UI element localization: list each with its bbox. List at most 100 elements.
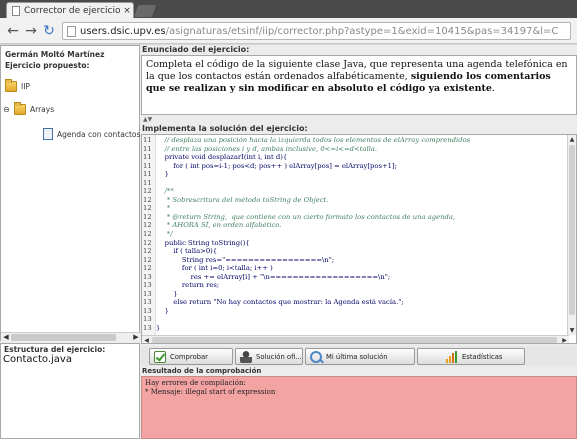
editor-vertical-scrollbar[interactable]: ▲ ▼ — [567, 135, 576, 335]
code-line[interactable]: 11 private void desplazarI(int i, int d)… — [142, 153, 568, 162]
code-text[interactable]: for ( int i=0; i<talla; i++ ) — [156, 264, 568, 273]
check-button-label: Comprobar — [170, 352, 208, 361]
check-button[interactable]: Comprobar — [149, 348, 233, 365]
check-icon — [154, 350, 166, 363]
code-text[interactable]: private void desplazarI(int i, int d){ — [156, 153, 568, 162]
scroll-right-icon[interactable]: ▶ — [131, 333, 141, 342]
url-path: /asignaturas/etsinf/iip/corrector.php?as… — [165, 25, 559, 37]
code-text[interactable]: for ( int pos=i-1; pos<d; pos++ ) elArra… — [156, 162, 568, 171]
code-text[interactable]: // entre las posiciones i y d, ambas inc… — [156, 145, 568, 154]
address-bar[interactable]: users.dsic.upv.es/asignaturas/etsinf/iip… — [62, 22, 571, 40]
result-label: Resultado de la comprobación — [141, 367, 577, 376]
line-number: 13 — [143, 298, 152, 307]
structure-label: Estructura del ejercicio: — [4, 345, 106, 354]
code-text[interactable]: * Sobrescritura del método toString de O… — [156, 196, 568, 205]
line-number: 12 — [143, 204, 152, 213]
line-number: 13 — [143, 306, 152, 315]
code-text[interactable]: * — [156, 204, 568, 213]
code-line[interactable]: 11 } — [142, 170, 568, 179]
code-text[interactable]: return res; — [156, 281, 568, 290]
line-number: 12 — [143, 195, 152, 204]
code-text[interactable]: // desplaza una posición hacia la izquie… — [156, 136, 568, 145]
code-line[interactable]: 12 String res="=================\n"; — [142, 256, 568, 265]
code-line[interactable]: 13 — [142, 315, 568, 324]
code-text[interactable]: } — [156, 324, 568, 333]
new-tab-button[interactable] — [133, 5, 157, 17]
code-line[interactable]: 11 — [142, 179, 568, 188]
code-line[interactable]: 12 * — [142, 204, 568, 213]
forward-icon[interactable]: → — [22, 22, 40, 40]
code-line[interactable]: 13 res += elArray[i] + "\n==============… — [142, 273, 568, 282]
code-text[interactable]: } — [156, 170, 568, 179]
code-line[interactable]: 12 * AHORA SÍ, en orden alfabético. — [142, 221, 568, 230]
code-text[interactable] — [156, 315, 568, 324]
code-line[interactable]: 13 return res; — [142, 281, 568, 290]
tree-item-arrays[interactable]: ⊖ Arrays — [3, 102, 54, 115]
code-text[interactable]: else return "No hay contactos que mostra… — [156, 298, 568, 307]
tree-item-label: Agenda con contactos — [57, 129, 141, 139]
code-line[interactable]: 11 // desplaza una posición hacia la izq… — [142, 136, 568, 145]
line-number: 13 — [143, 272, 152, 281]
tree-item-iip[interactable]: IIP — [5, 79, 30, 92]
scroll-up-icon[interactable]: ▲ — [568, 136, 576, 143]
code-text[interactable]: * AHORA SÍ, en orden alfabético. — [156, 221, 568, 230]
tree-item-agenda[interactable]: Agenda con contactos — [43, 128, 140, 140]
code-line[interactable]: 12 */ — [142, 230, 568, 239]
code-line[interactable]: 13} — [142, 324, 568, 333]
code-line[interactable]: 12 if ( talla>0){ — [142, 247, 568, 256]
official-solution-button[interactable]: Solución ofi... — [235, 348, 303, 365]
folder-icon — [14, 102, 26, 115]
split-divider[interactable]: ▲▼ — [141, 117, 577, 123]
code-line[interactable]: 11 // entre las posiciones i y d, ambas … — [142, 145, 568, 154]
code-text[interactable]: if ( talla>0){ — [156, 247, 568, 256]
proposed-exercise-label: Ejercicio propuesto: — [5, 61, 90, 70]
statistics-button[interactable]: Estadísticas — [417, 348, 525, 365]
page-content: Germán Moltó Martínez Ejercicio propuest… — [0, 45, 577, 439]
scroll-down-icon[interactable]: ▼ — [568, 327, 576, 334]
code-line[interactable]: 13 else return "No hay contactos que mos… — [142, 298, 568, 307]
code-text[interactable]: public String toString(){ — [156, 239, 568, 248]
close-tab-icon[interactable]: × — [121, 6, 133, 16]
structure-file-item[interactable]: Contacto.java — [3, 354, 72, 365]
scroll-left-icon[interactable]: ◀ — [1, 333, 11, 342]
code-line[interactable]: 12 * @return String, que contiene con un… — [142, 213, 568, 222]
back-icon[interactable]: ← — [4, 22, 22, 40]
tree-horizontal-scrollbar[interactable]: ◀ ▶ — [1, 332, 141, 342]
code-line[interactable]: 11 for ( int pos=i-1; pos<d; pos++ ) elA… — [142, 162, 568, 171]
last-solution-button[interactable]: Mi última solución — [305, 348, 415, 365]
editor-label: Implementa la solución del ejercicio: — [142, 124, 308, 133]
code-line[interactable]: 13 } — [142, 307, 568, 316]
code-lines[interactable]: 11 // desplaza una posición hacia la izq… — [142, 136, 568, 333]
scroll-thumb[interactable] — [569, 145, 575, 315]
reload-icon[interactable]: ↻ — [40, 22, 58, 40]
code-text[interactable]: res += elArray[i] + "\n=================… — [156, 273, 568, 282]
code-line[interactable]: 12 /** — [142, 187, 568, 196]
code-text[interactable]: */ — [156, 230, 568, 239]
code-text[interactable]: } — [156, 290, 568, 299]
collapse-icon[interactable]: ⊖ — [3, 105, 12, 114]
scroll-thumb[interactable] — [152, 337, 557, 343]
line-number: 12 — [143, 230, 152, 239]
line-number: 12 — [143, 221, 152, 230]
editor-horizontal-scrollbar[interactable]: ◀ ▶ — [142, 335, 569, 343]
code-text[interactable]: String res="=================\n"; — [156, 256, 568, 265]
code-line[interactable]: 13 } — [142, 290, 568, 299]
user-name: Germán Moltó Martínez — [5, 50, 105, 59]
scroll-right-icon[interactable]: ▶ — [560, 336, 569, 343]
file-icon — [43, 128, 53, 140]
code-text[interactable]: /** — [156, 187, 568, 196]
code-editor[interactable]: 11 // desplaza una posición hacia la izq… — [141, 134, 577, 344]
tab-bar: Corrector de ejercicios - I × — [0, 0, 577, 18]
code-text[interactable] — [156, 179, 568, 188]
scroll-thumb[interactable] — [11, 334, 116, 341]
code-line[interactable]: 12 * Sobrescritura del método toString d… — [142, 196, 568, 205]
statistics-label: Estadísticas — [462, 352, 503, 361]
code-text[interactable]: * @return String, que contiene con un ci… — [156, 213, 568, 222]
scroll-left-icon[interactable]: ◀ — [142, 336, 151, 343]
code-line[interactable]: 12 public String toString(){ — [142, 239, 568, 248]
folder-icon — [5, 79, 17, 92]
code-line[interactable]: 12 for ( int i=0; i<talla; i++ ) — [142, 264, 568, 273]
browser-tab[interactable]: Corrector de ejercicios - I × — [6, 2, 134, 18]
code-text[interactable]: } — [156, 307, 568, 316]
tab-title: Corrector de ejercicios - I — [24, 5, 121, 16]
